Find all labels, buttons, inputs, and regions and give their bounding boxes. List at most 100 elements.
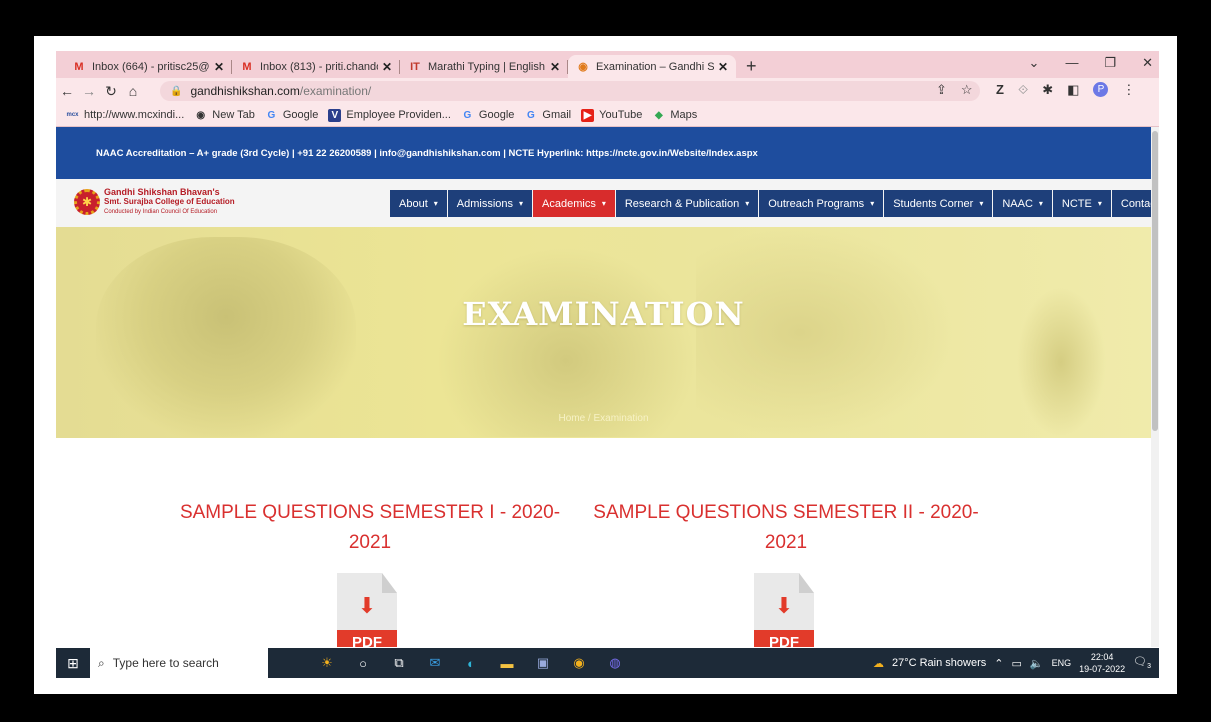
bookmark-item[interactable]: ▶ YouTube [581,108,642,122]
nav-item-outreach-programs[interactable]: Outreach Programs ▾ [759,190,884,217]
close-tab-icon[interactable]: ✕ [718,60,728,74]
nav-item-label: Research & Publication [624,197,740,210]
clock[interactable]: 22:04 19-07-2022 [1079,651,1125,675]
minimize-button[interactable]: — [1065,55,1078,71]
pdf-label: PDF [754,630,814,647]
home-button[interactable]: ⌂ [122,83,144,99]
url-host: gandhishikshan.com [190,84,300,98]
weather-icon[interactable]: ☁ [873,657,884,670]
tab-search-icon[interactable]: ⌄ [1029,55,1040,71]
extensions-area: Z ⟐ ✱ ◧ P ⋮ [996,82,1135,98]
window-controls: ⌄ — ❐ ✕ [1029,55,1153,71]
task-view-icon[interactable]: ⧉ [390,654,408,672]
share-icon[interactable]: ⇪ [936,82,947,98]
tab-title: Marathi Typing | English to Mara [428,60,546,73]
caret-down-icon: ▾ [745,199,750,208]
nav-item-label: Outreach Programs [768,197,865,210]
page-scrollbar[interactable] [1151,127,1159,647]
cortana-icon[interactable]: ○ [354,654,372,672]
google-icon: G [463,109,472,121]
extension-icon[interactable]: ⟐ [1018,82,1028,98]
college-logo[interactable]: ✱ Gandhi Shikshan Bhavan's Smt. Surajba … [74,187,235,217]
sample-questions-sem1-heading: SAMPLE QUESTIONS SEMESTER I - 2020- 2021 [170,498,570,558]
nav-item-label: NCTE [1061,197,1092,210]
browser-tab[interactable]: M Inbox (664) - pritisc25@gmail.co ✕ [64,55,232,78]
network-icon[interactable]: ▭ [1011,657,1021,670]
mail-icon[interactable]: ✉ [426,654,444,672]
breadcrumb[interactable]: Home / Examination [56,413,1151,424]
bookmark-item[interactable]: G Google [461,109,515,122]
profile-avatar[interactable]: P [1093,82,1109,97]
nav-item-naac[interactable]: NAAC ▾ [993,190,1052,217]
address-bar-actions: ⇪ ☆ [936,82,973,98]
typing-site-icon: IT [410,60,420,73]
scrollbar-thumb[interactable] [1152,131,1158,431]
pdf-download-sem1[interactable]: ⬇ PDF [337,573,399,647]
puzzle-extensions-icon[interactable]: ✱ [1042,82,1053,98]
bookmark-label: Employee Providen... [346,109,451,121]
browser-tab[interactable]: IT Marathi Typing | English to Mara ✕ [400,55,568,78]
close-window-button[interactable]: ✕ [1142,55,1153,71]
nav-item-research-publication[interactable]: Research & Publication ▾ [615,190,759,217]
close-tab-icon[interactable]: ✕ [550,60,560,74]
store-icon[interactable]: ▣ [534,654,552,672]
gmail-icon: M [242,60,252,73]
epfo-icon: V [328,108,342,122]
nav-item-academics[interactable]: Academics ▾ [533,190,615,217]
bookmark-item[interactable]: ◆ Maps [652,109,697,122]
bookmark-item[interactable]: V Employee Providen... [328,108,451,122]
nav-item-label: NAAC [1002,197,1033,210]
language-indicator[interactable]: ENG [1052,658,1072,668]
app-icon[interactable]: ◍ [606,654,624,672]
chrome-menu-icon[interactable]: ⋮ [1122,82,1135,98]
tray-chevron-icon[interactable]: ⌃ [994,657,1003,670]
bookmark-label: http://www.mcxindi... [84,109,185,121]
reload-button[interactable]: ↻ [100,83,122,100]
mcx-icon: mcx [66,112,79,118]
bookmark-item[interactable]: G Gmail [524,109,571,122]
nav-item-admissions[interactable]: Admissions ▾ [447,190,533,217]
address-bar[interactable]: 🔒 gandhishikshan.com/examination/ [160,81,980,101]
taskbar-search-placeholder: Type here to search [112,656,219,670]
taskbar-search-box[interactable]: ⌕ Type here to search [90,648,268,678]
notification-icon[interactable]: 🗨3 [1133,655,1151,670]
volume-icon[interactable]: 🔈 [1030,657,1044,670]
side-panel-icon[interactable]: ◧ [1067,82,1079,98]
windows-start-icon[interactable]: ⊞ [56,655,90,672]
file-explorer-icon[interactable]: ▬ [498,654,516,672]
browser-tab[interactable]: M Inbox (813) - priti.chandorkar@g ✕ [232,55,400,78]
chrome-taskbar-icon[interactable]: ◉ [570,654,588,672]
close-tab-icon[interactable]: ✕ [382,60,392,74]
back-button[interactable]: ← [56,83,78,99]
new-tab-button[interactable]: + [746,55,757,78]
bookmark-star-icon[interactable]: ☆ [961,82,973,98]
nav-item-ncte[interactable]: NCTE ▾ [1052,190,1111,217]
browser-tab[interactable]: ◉ Examination – Gandhi Shikshan I ✕ [568,55,736,78]
forward-button[interactable]: → [78,83,100,99]
zotero-extension-icon[interactable]: Z [996,82,1004,98]
bookmark-item[interactable]: mcx http://www.mcxindi... [66,109,184,122]
sample-questions-sem2-heading: SAMPLE QUESTIONS SEMESTER II - 2020- 202… [586,498,986,558]
nav-item-about[interactable]: About ▾ [390,190,447,217]
download-arrow-icon: ⬇ [357,593,377,618]
close-tab-icon[interactable]: ✕ [214,60,224,74]
pdf-download-sem2[interactable]: ⬇ PDF [754,573,816,647]
restore-button[interactable]: ❐ [1104,55,1116,71]
clock-date: 19-07-2022 [1079,664,1126,674]
system-tray: ☁ 27°C Rain showers ⌃ ▭ 🔈 ENG 22:04 19-0… [873,648,1151,678]
nav-item-students-corner[interactable]: Students Corner ▾ [884,190,993,217]
edge-icon[interactable]: ◐ [462,654,480,672]
taskbar-apps: ☀ ○ ⧉ ✉ ◐ ▬ ▣ ◉ ◍ [318,654,624,672]
nav-item-contact[interactable]: Contact [1111,190,1151,217]
maps-icon: ◆ [655,109,663,121]
site-top-info-bar: NAAC Accreditation – A+ grade (3rd Cycle… [56,127,1151,179]
google-icon: G [527,109,535,121]
lock-icon[interactable]: 🔒 [170,86,182,97]
bookmark-item[interactable]: G Google [265,109,318,122]
caret-down-icon: ▾ [601,199,606,208]
weather-text[interactable]: 27°C Rain showers [892,657,986,669]
caret-down-icon: ▾ [1097,199,1102,208]
weather-widget-icon[interactable]: ☀ [318,654,336,672]
url-path: /examination/ [299,84,372,98]
bookmark-item[interactable]: ◉ New Tab [194,109,254,122]
